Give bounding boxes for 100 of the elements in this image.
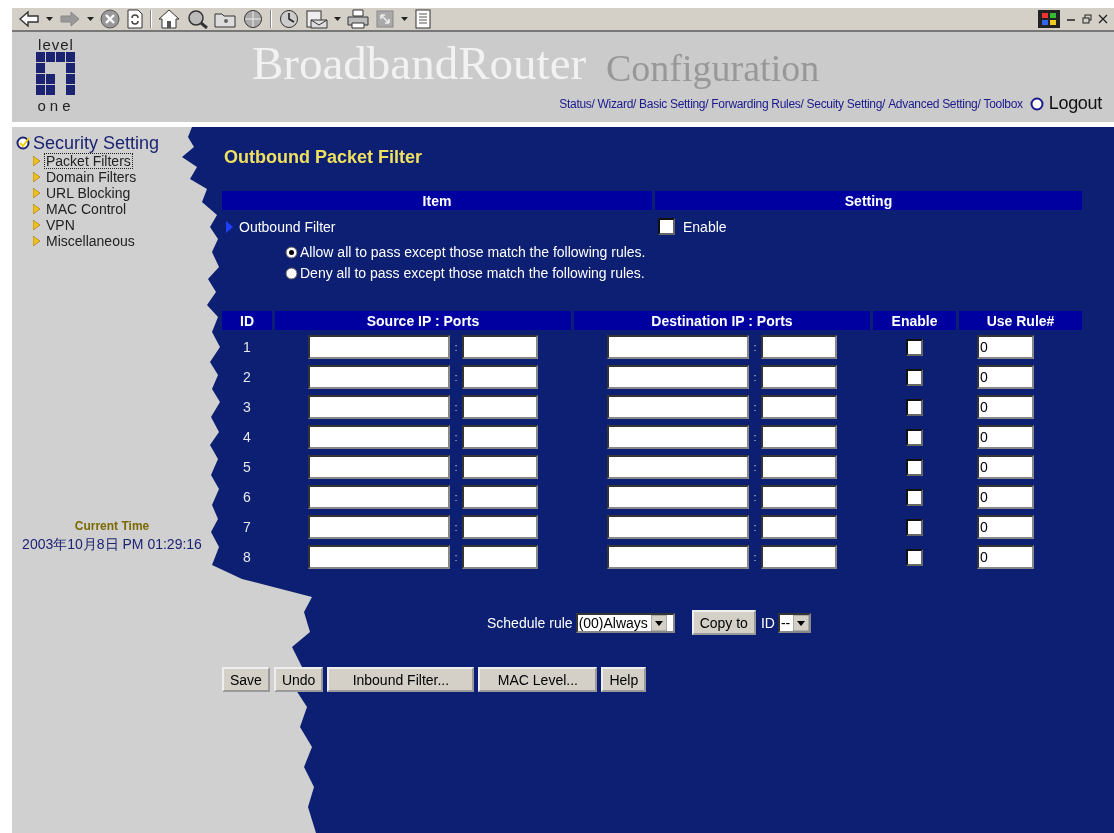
- separator: :: [454, 341, 458, 353]
- enable-checkbox[interactable]: [658, 218, 675, 235]
- nav-link[interactable]: Forwarding Rules/: [711, 96, 804, 111]
- check-icon: [16, 136, 30, 150]
- source-ip-field[interactable]: [308, 545, 451, 569]
- source-ip-field[interactable]: [308, 485, 451, 509]
- close-icon[interactable]: [1098, 14, 1108, 24]
- radio-button[interactable]: [285, 267, 298, 280]
- menu-item[interactable]: URL Blocking: [44, 185, 133, 201]
- use-rule-field[interactable]: 0: [977, 455, 1034, 479]
- source-port-field[interactable]: [461, 395, 538, 419]
- caret-icon[interactable]: [87, 17, 94, 21]
- row-id: 6: [242, 489, 252, 505]
- home-icon[interactable]: [158, 9, 180, 29]
- source-ip-field[interactable]: [308, 425, 451, 449]
- action-button[interactable]: Undo: [273, 667, 324, 692]
- dropdown-arrow-icon[interactable]: [650, 614, 667, 631]
- action-button[interactable]: Help: [601, 667, 647, 692]
- separator: :: [753, 401, 757, 413]
- column-header: Setting: [655, 191, 1082, 210]
- caret-icon[interactable]: [46, 17, 53, 21]
- destination-ip-field[interactable]: [607, 485, 750, 509]
- action-button[interactable]: Save: [222, 667, 270, 692]
- source-port-field[interactable]: [461, 365, 538, 389]
- nav-link[interactable]: Wizard/: [597, 96, 637, 111]
- source-ip-field[interactable]: [308, 335, 451, 359]
- caret-icon[interactable]: [401, 17, 408, 21]
- separator: :: [753, 461, 757, 473]
- use-rule-field[interactable]: 0: [977, 515, 1034, 539]
- row-id: 4: [242, 429, 252, 445]
- schedule-label: Schedule rule: [487, 614, 573, 631]
- current-time-label: Current Time: [74, 519, 150, 533]
- destination-ip-field[interactable]: [607, 425, 750, 449]
- folder-icon[interactable]: [214, 10, 236, 28]
- refresh-icon[interactable]: [126, 9, 144, 29]
- action-button[interactable]: MAC Level...: [478, 667, 598, 692]
- source-ip-field[interactable]: [308, 395, 451, 419]
- source-port-field[interactable]: [461, 545, 538, 569]
- nav-link[interactable]: Toolbox: [983, 96, 1023, 111]
- nav-link[interactable]: Basic Setting/: [639, 96, 709, 111]
- logo-text: one: [37, 98, 75, 113]
- row-id: 5: [242, 459, 252, 475]
- restore-icon[interactable]: [1082, 14, 1092, 24]
- menu-item[interactable]: Packet Filters: [44, 153, 133, 169]
- separator: :: [454, 521, 458, 533]
- clock-icon[interactable]: [278, 9, 300, 29]
- nav-link[interactable]: Advanced Setting/: [888, 96, 981, 111]
- menu-item[interactable]: Miscellaneous: [44, 233, 137, 249]
- destination-port-field[interactable]: [760, 455, 837, 479]
- use-rule-field[interactable]: 0: [977, 395, 1034, 419]
- destination-port-field[interactable]: [760, 485, 837, 509]
- use-rule-field[interactable]: 0: [977, 365, 1034, 389]
- source-port-field[interactable]: [461, 515, 538, 539]
- destination-ip-field[interactable]: [607, 335, 750, 359]
- mail-icon[interactable]: [306, 9, 328, 29]
- destination-port-field[interactable]: [760, 365, 837, 389]
- source-ip-field[interactable]: [308, 455, 451, 479]
- source-port-field[interactable]: [461, 335, 538, 359]
- radio-button[interactable]: [285, 246, 298, 259]
- source-ip-field[interactable]: [308, 515, 451, 539]
- action-button[interactable]: Inbound Filter...: [327, 667, 475, 692]
- current-time: 2003年10月8日 PM 01:29:16: [22, 536, 202, 554]
- use-rule-field[interactable]: 0: [977, 545, 1034, 569]
- nav-link[interactable]: Secuity Setting/: [806, 96, 886, 111]
- destination-port-field[interactable]: [760, 545, 837, 569]
- dropdown-arrow-icon[interactable]: [793, 614, 810, 631]
- separator: :: [454, 551, 458, 563]
- use-rule-field[interactable]: 0: [977, 425, 1034, 449]
- globe-icon[interactable]: [242, 9, 264, 29]
- source-port-field[interactable]: [461, 485, 538, 509]
- use-rule-field[interactable]: 0: [977, 335, 1034, 359]
- destination-port-field[interactable]: [760, 515, 837, 539]
- back-arrow-icon[interactable]: [18, 10, 40, 28]
- printer-icon[interactable]: [347, 9, 369, 29]
- search-icon[interactable]: [186, 9, 208, 29]
- radio-label: Deny all to pass except those match the following rules.: [300, 265, 645, 282]
- copy-button[interactable]: Copy to: [691, 610, 756, 635]
- nav-link[interactable]: Status/: [559, 96, 595, 111]
- destination-ip-field[interactable]: [607, 545, 750, 569]
- document-icon[interactable]: [414, 9, 432, 29]
- destination-ip-field[interactable]: [607, 515, 750, 539]
- source-port-field[interactable]: [461, 455, 538, 479]
- destination-ip-field[interactable]: [607, 395, 750, 419]
- source-ip-field[interactable]: [308, 365, 451, 389]
- use-rule-field[interactable]: 0: [977, 485, 1034, 509]
- menu-item[interactable]: VPN: [44, 217, 77, 233]
- menu-item[interactable]: Domain Filters: [44, 169, 139, 185]
- menu-item[interactable]: MAC Control: [44, 201, 129, 217]
- source-port-field[interactable]: [461, 425, 538, 449]
- caret-icon[interactable]: [334, 17, 341, 21]
- column-header: Item: [222, 191, 652, 210]
- destination-ip-field[interactable]: [607, 455, 750, 479]
- page-title: Outbound Packet Filter: [224, 147, 424, 167]
- destination-port-field[interactable]: [760, 335, 837, 359]
- stop-icon[interactable]: [100, 9, 120, 29]
- flag-icon: [1038, 10, 1060, 28]
- logout-link[interactable]: Logout: [1048, 93, 1102, 114]
- destination-port-field[interactable]: [760, 425, 837, 449]
- destination-ip-field[interactable]: [607, 365, 750, 389]
- destination-port-field[interactable]: [760, 395, 837, 419]
